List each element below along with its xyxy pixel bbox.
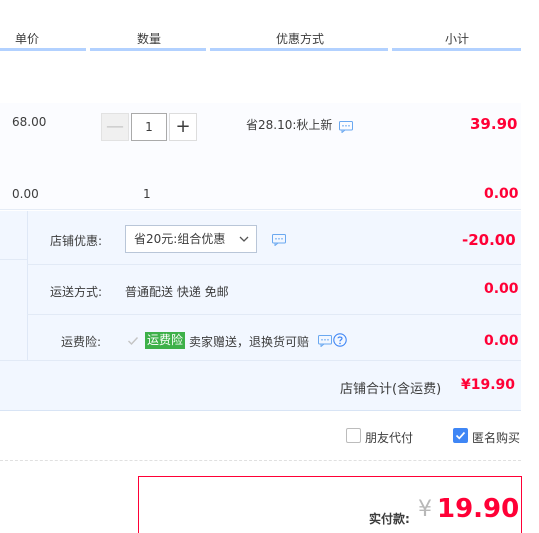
col-header-quantity: 数量 [137,32,162,46]
insurance-amount: 0.00 [484,333,519,349]
col-header-discount: 优惠方式 [276,32,325,46]
friend-pay-label[interactable]: 朋友代付 [365,429,413,446]
payment-currency: ¥ [418,497,432,522]
item2-subtotal: 0.00 [484,186,519,202]
item2-quantity: 1 [143,187,151,201]
shop-total-value: ¥19.90 [461,377,516,393]
header-underline [0,48,86,51]
shop-total-label: 店铺合计(含运费) [340,382,442,397]
item1-subtotal: 39.90 [470,115,518,133]
divider [27,264,521,265]
shipping-label: 运送方式: [50,285,103,299]
insurance-tag: 运费险 [145,332,186,349]
message-icon[interactable] [272,234,286,246]
shop-discount-select[interactable]: 省20元:组合优惠 [125,225,257,253]
header-underline [210,48,388,51]
payment-amount: 19.90 [437,494,520,524]
divider [0,410,521,411]
item2-unit-price: 0.00 [12,187,39,201]
divider [0,460,521,461]
friend-pay-checkbox[interactable] [346,428,361,443]
insurance-label: 运费险: [61,335,102,349]
quantity-input[interactable]: 1 [131,113,167,141]
header-underline [90,48,206,51]
chevron-down-icon [239,236,249,242]
payment-label: 实付款: [369,512,410,526]
item1-discount-text: 省28.10:秋上新 [246,118,333,132]
message-icon[interactable] [339,121,353,133]
shop-discount-selected: 省20元:组合优惠 [134,232,226,246]
shipping-amount: 0.00 [484,281,519,297]
divider [0,360,521,361]
payment-summary-box: 实付款: ¥ 19.90 [138,476,522,533]
check-icon [128,337,139,346]
item1-unit-price: 68.00 [12,115,47,129]
shop-discount-label: 店铺优惠: [50,234,103,248]
anonymous-checkbox[interactable] [453,428,468,443]
quantity-plus-button[interactable]: + [169,113,197,141]
col-header-unit-price: 单价 [15,32,40,46]
message-icon[interactable] [318,335,332,347]
divider [27,314,521,315]
divider [0,259,27,260]
help-icon[interactable] [333,333,347,347]
col-header-subtotal: 小计 [445,32,470,46]
check-icon [455,431,466,440]
quantity-minus-button[interactable]: — [101,113,129,141]
shipping-value: 普通配送 快递 免邮 [125,285,229,299]
anonymous-label[interactable]: 匿名购买 [472,429,520,446]
shop-discount-amount: -20.00 [462,231,516,249]
insurance-desc: 卖家赠送，退换货可赔 [189,335,310,349]
header-underline [392,48,521,51]
